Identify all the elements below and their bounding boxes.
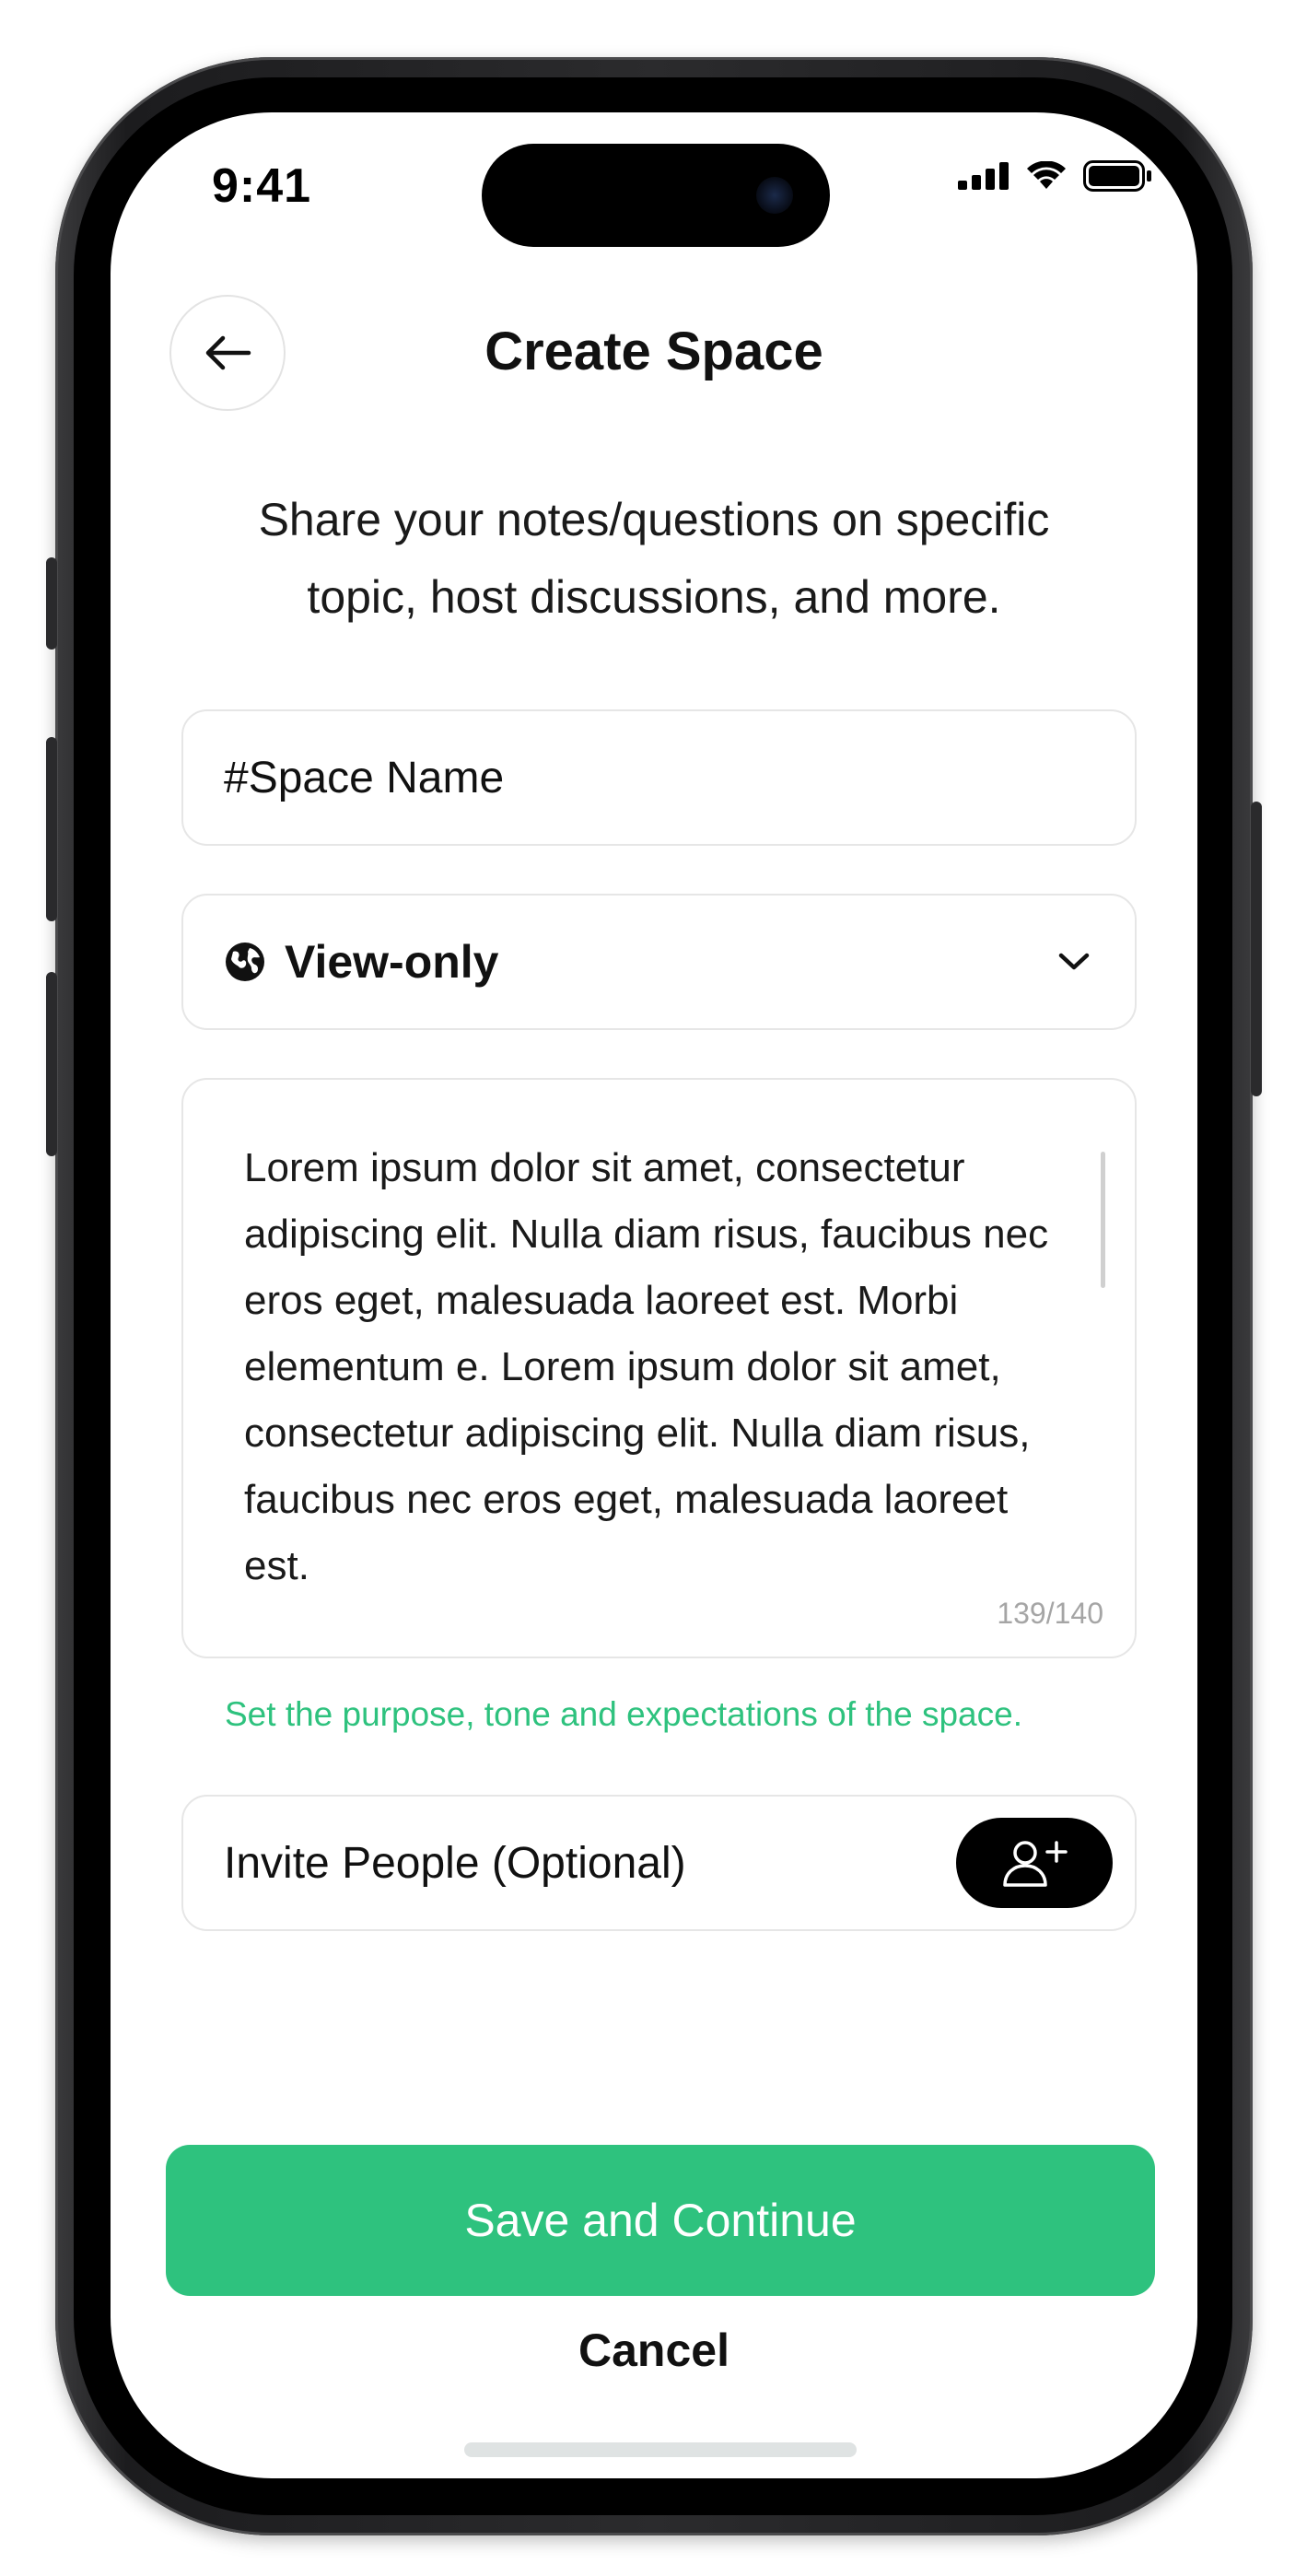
invite-people-label: Invite People (Optional) (224, 1838, 686, 1888)
description-textarea[interactable]: Lorem ipsum dolor sit amet, consectetur … (181, 1078, 1137, 1658)
status-icons (958, 160, 1153, 192)
chevron-down-icon (1058, 953, 1090, 970)
description-text[interactable]: Lorem ipsum dolor sit amet, consectetur … (244, 1135, 1055, 1599)
volume-down-button (46, 972, 57, 1156)
dynamic-island (482, 144, 830, 247)
space-name-input[interactable] (224, 711, 1094, 844)
space-name-field[interactable] (181, 709, 1137, 846)
page-subtitle: Share your notes/questions on specific t… (258, 494, 1050, 623)
invite-people-field[interactable]: Invite People (Optional) (181, 1795, 1137, 1931)
status-time: 9:41 (212, 159, 312, 213)
power-button (1251, 802, 1262, 1096)
volume-up-button (46, 737, 57, 921)
home-indicator[interactable] (464, 2442, 857, 2457)
add-user-icon (1003, 1841, 1068, 1887)
screen: 9:41 Create Space Share your notes/quest… (111, 112, 1197, 2478)
invite-people-button[interactable] (956, 1818, 1113, 1908)
privacy-selected-value: View-only (285, 936, 499, 988)
cancel-button[interactable]: Cancel (111, 2324, 1197, 2377)
privacy-select[interactable]: View-only (181, 894, 1137, 1030)
page-title: Create Space (484, 322, 823, 381)
description-scrollbar[interactable] (1101, 1152, 1105, 1288)
camera-icon (756, 177, 793, 214)
wifi-icon (1027, 161, 1066, 189)
save-and-continue-button[interactable]: Save and Continue (166, 2145, 1155, 2296)
cellular-signal-icon (958, 162, 1009, 190)
action-button (46, 557, 57, 650)
description-helper-text: Set the purpose, tone and expectations o… (225, 1695, 1022, 1733)
globe-icon (226, 943, 264, 981)
character-counter: 139/140 (997, 1597, 1103, 1630)
battery-icon (1083, 160, 1151, 192)
